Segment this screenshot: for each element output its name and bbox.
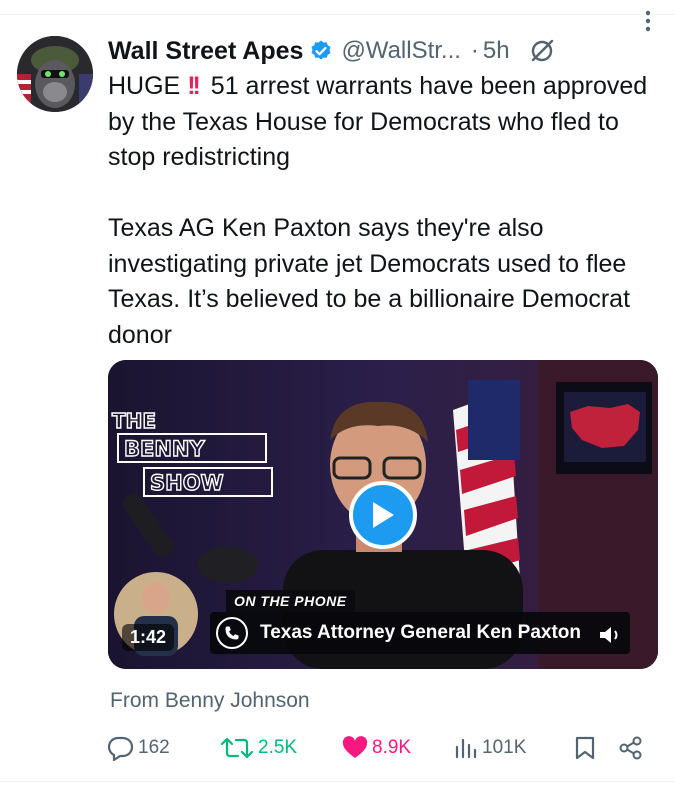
lower-third-text: Texas Attorney General Ken Paxton bbox=[260, 622, 581, 643]
lower-third-banner: Texas Attorney General Ken Paxton bbox=[210, 612, 630, 654]
verified-badge-icon bbox=[309, 39, 333, 63]
bottom-divider bbox=[0, 781, 675, 782]
author-handle[interactable]: @WallStr... bbox=[341, 37, 460, 65]
play-icon bbox=[373, 502, 394, 528]
reply-count: 162 bbox=[138, 737, 170, 758]
views-icon bbox=[455, 738, 477, 759]
like-button[interactable]: 8.9K bbox=[342, 733, 411, 763]
logo-line-1: THE bbox=[112, 409, 156, 433]
grok-icon[interactable] bbox=[528, 37, 556, 65]
share-icon bbox=[619, 736, 642, 760]
time-separator: · bbox=[470, 37, 479, 64]
lower-third-tag: ON THE PHONE bbox=[226, 590, 355, 612]
repost-icon bbox=[220, 737, 254, 759]
video-source-attribution[interactable]: From Benny Johnson bbox=[110, 689, 310, 713]
tweet-emphasis: HUGE bbox=[108, 72, 181, 100]
reply-button[interactable]: 162 bbox=[108, 733, 170, 763]
reply-icon bbox=[108, 736, 134, 761]
repost-button[interactable]: 2.5K bbox=[220, 733, 297, 763]
tweet-text: HUGE !! 51 arrest warrants have been app… bbox=[108, 69, 658, 353]
double-exclamation-icon: !! bbox=[187, 72, 201, 100]
logo-line-3: SHOW bbox=[150, 471, 224, 495]
share-button[interactable] bbox=[618, 733, 644, 763]
video-player[interactable]: THE BENNY SHOW ON THE PHONE Texas Attorn… bbox=[108, 360, 658, 669]
avatar[interactable] bbox=[17, 36, 93, 112]
bookmark-button[interactable] bbox=[574, 733, 596, 763]
phone-icon bbox=[216, 617, 248, 649]
like-count: 8.9K bbox=[372, 737, 412, 758]
views-button[interactable]: 101K bbox=[454, 733, 526, 763]
heart-icon bbox=[342, 736, 368, 758]
video-duration: 1:42 bbox=[122, 624, 175, 651]
volume-icon[interactable] bbox=[598, 624, 626, 651]
top-divider bbox=[0, 14, 675, 15]
tweet-paragraph-2: Texas AG Ken Paxton says they're also in… bbox=[108, 214, 631, 349]
benny-show-logo: THE BENNY SHOW bbox=[108, 400, 278, 514]
views-count: 101K bbox=[482, 737, 527, 758]
play-button[interactable] bbox=[349, 481, 417, 549]
bookmark-icon bbox=[575, 736, 595, 760]
logo-line-2: BENNY bbox=[124, 437, 206, 461]
repost-count: 2.5K bbox=[258, 737, 298, 758]
action-bar: 162 2.5K 8.9K 101K bbox=[108, 733, 648, 763]
tweet-header: Wall Street Apes @WallStr... · 5h bbox=[108, 31, 663, 71]
tweet-timestamp[interactable]: 5h bbox=[483, 37, 510, 65]
tweet-paragraph-1: HUGE !! 51 arrest warrants have been app… bbox=[108, 69, 658, 176]
author-display-name[interactable]: Wall Street Apes bbox=[108, 37, 303, 66]
